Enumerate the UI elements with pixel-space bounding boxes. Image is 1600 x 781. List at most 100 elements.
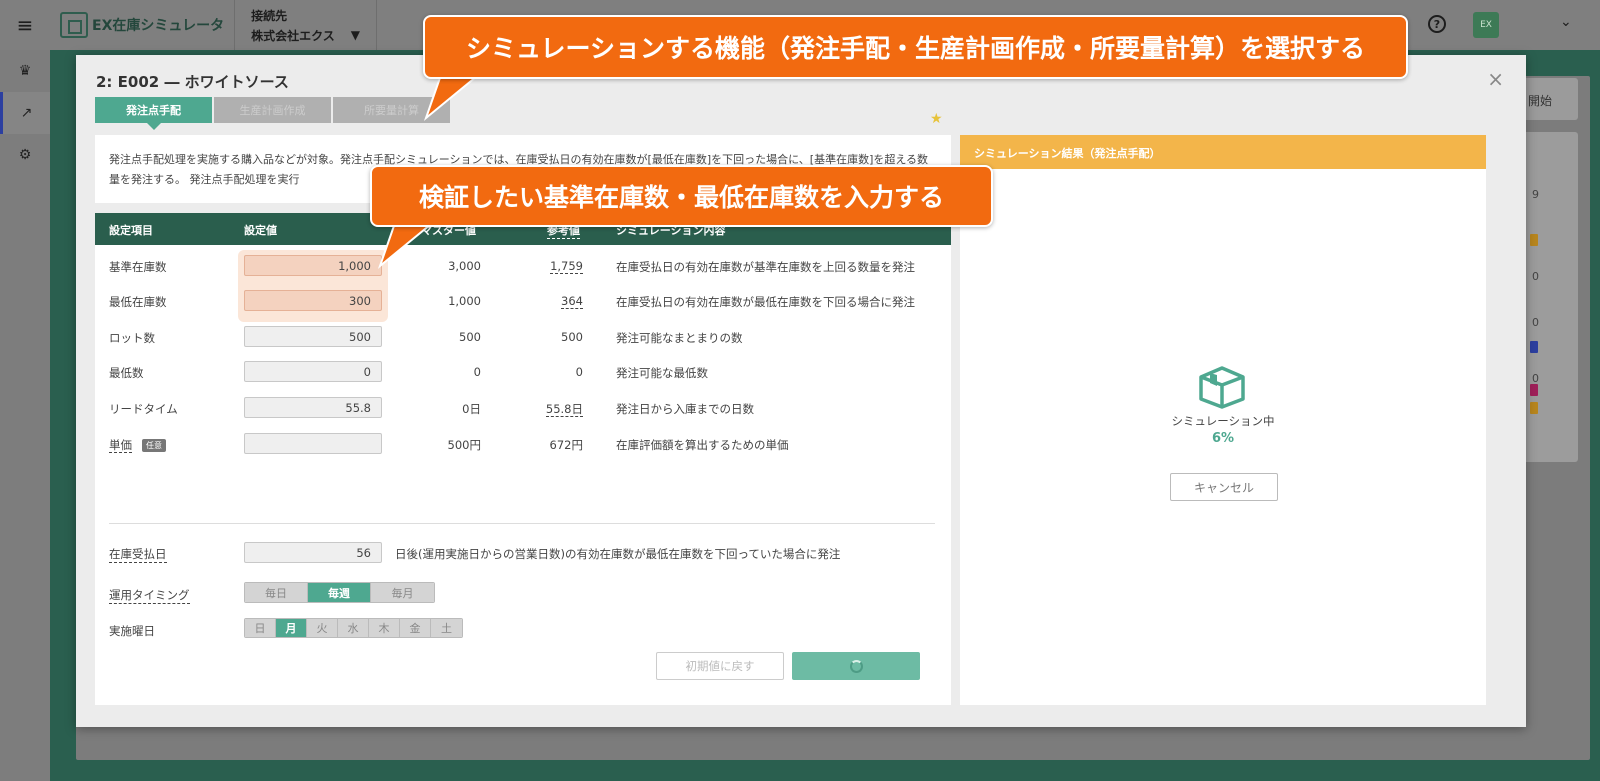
result-title: シミュレーション結果（発注点手配） [960, 135, 1486, 169]
bg-count: 9 [1532, 188, 1539, 201]
chart-icon: ↗ [20, 105, 33, 121]
timing-row: 運用タイミング [95, 579, 951, 609]
lead-time-input[interactable]: 55.8 [244, 397, 382, 418]
connection-value: 株式会社エクス [251, 28, 335, 43]
reset-button[interactable]: 初期値に戻す [656, 652, 784, 680]
timing-option-monthly[interactable]: 毎月 [371, 583, 434, 602]
inventory-day-row: 在庫受払日 56 日後(運用実施日からの営業日数)の有効在庫数が最低在庫数を下回… [95, 538, 951, 568]
help-icon[interactable]: ? [1428, 15, 1446, 33]
timing-option-weekly[interactable]: 毎週 [308, 583, 371, 602]
logo-icon [60, 12, 88, 38]
close-icon[interactable]: × [1487, 67, 1504, 91]
row-label: 在庫受払日 [109, 547, 167, 563]
sidebar: ♛ ↗ ⚙ [0, 50, 50, 781]
reference-value: 672円 [549, 438, 583, 452]
row-label: 単価 任意 [109, 437, 166, 453]
crown-icon: ♛ [18, 63, 32, 79]
tab-production-plan[interactable]: 生産計画作成 [214, 97, 331, 123]
status-badge [1530, 402, 1538, 414]
optional-badge: 任意 [142, 439, 166, 452]
row-label: 最低数 [109, 366, 144, 380]
inventory-day-input[interactable]: 56 [244, 542, 382, 563]
header-value: 設定値 [244, 224, 277, 237]
start-label: 開始 [1528, 94, 1553, 108]
timing-option-daily[interactable]: 毎日 [245, 583, 308, 602]
sidebar-item-settings[interactable]: ⚙ [0, 134, 50, 176]
table-row: 単価 任意 500円 672円 在庫評価額を算出するための単価 [95, 429, 951, 459]
bg-count: 0 [1532, 270, 1539, 283]
weekday-option-tue[interactable]: 火 [307, 619, 338, 637]
app-logo[interactable]: EX在庫シミュレータ [50, 0, 236, 50]
simulation-progress: 6% [1211, 431, 1235, 446]
simulation-note: 発注日から入庫までの日数 [616, 402, 754, 416]
simulation-note: 発注可能な最低数 [616, 366, 708, 380]
reference-value[interactable]: 1,759 [495, 259, 583, 274]
master-value: 0 [473, 365, 481, 379]
weekday-option-mon[interactable]: 月 [276, 619, 307, 637]
simulation-dialog: 2: E002 ― ホワイトソース × 発注点手配 生産計画作成 所要量計算 ★… [76, 55, 1526, 727]
cancel-button[interactable]: キャンセル [1170, 473, 1278, 501]
row-label: 最低在庫数 [109, 295, 167, 309]
chevron-down-icon[interactable]: ⌄ [1560, 14, 1572, 30]
callout-pointer [377, 220, 438, 270]
dialog-title: 2: E002 ― ホワイトソース [96, 73, 289, 91]
sidebar-item-inventory[interactable]: ♛ [0, 50, 50, 92]
reference-value: 500 [561, 330, 583, 344]
table-row: リードタイム 55.8 0日 55.8日 発注日から入庫までの日数 [95, 393, 951, 423]
callout-select-function: シミュレーションする機能（発注手配・生産計画作成・所要量計算）を選択する [423, 15, 1408, 79]
run-simulation-button[interactable] [792, 652, 920, 680]
master-value: 1,000 [448, 294, 481, 308]
table-row: 最低在庫数 300 1,000 364 在庫受払日の有効在庫数が最低在庫数を下回… [95, 286, 951, 316]
weekday-option-sun[interactable]: 日 [245, 619, 276, 637]
row-label: 基準在庫数 [109, 260, 167, 274]
status-badge [1530, 384, 1538, 396]
unit-price-input[interactable] [244, 433, 382, 454]
weekday-option-thu[interactable]: 木 [369, 619, 400, 637]
row-label: 実施曜日 [109, 624, 155, 638]
header-item: 設定項目 [109, 224, 153, 237]
master-value: 500 [459, 330, 481, 344]
caret-down-icon: ▼ [350, 28, 360, 42]
logo-text: EX在庫シミュレータ [92, 18, 225, 34]
lot-size-input[interactable]: 500 [244, 326, 382, 347]
result-panel: シミュレーション結果（発注点手配） シミュレーション中 6% キャンセル [960, 135, 1486, 705]
bg-count: 0 [1532, 316, 1539, 329]
simulation-note: 在庫受払日の有効在庫数が最低在庫数を下回る場合に発注 [616, 295, 915, 309]
connection-label: 接続先 [251, 8, 288, 23]
reference-value: 0 [575, 365, 583, 379]
menu-icon[interactable]: ≡ [0, 0, 50, 50]
minimum-qty-input[interactable]: 0 [244, 361, 382, 382]
settings-table: 設定項目 設定値 マスター値 参考値 シミュレーション内容 基準在庫数 1,00… [95, 213, 951, 705]
loading-spinner-icon [849, 659, 863, 673]
gear-icon: ⚙ [18, 147, 32, 163]
callout-pointer [423, 72, 484, 122]
star-icon[interactable]: ★ [930, 111, 943, 127]
row-label: リードタイム [109, 402, 178, 416]
tab-order-point[interactable]: 発注点手配 [95, 97, 212, 130]
master-value: 0日 [462, 402, 481, 416]
simulation-status: シミュレーション中 [1171, 414, 1275, 428]
table-row: ロット数 500 500 500 発注可能なまとまりの数 [95, 322, 951, 352]
standard-stock-input[interactable]: 1,000 [244, 255, 382, 276]
timing-toggle: 毎日 毎週 毎月 [244, 582, 435, 603]
weekday-option-fri[interactable]: 金 [400, 619, 431, 637]
weekday-option-wed[interactable]: 水 [338, 619, 369, 637]
sidebar-item-simulation[interactable]: ↗ [0, 92, 50, 134]
row-label: 運用タイミング [109, 588, 190, 604]
weekday-toggle: 日 月 火 水 木 金 土 [244, 618, 463, 638]
row-label: ロット数 [109, 331, 155, 345]
reference-value[interactable]: 364 [495, 294, 583, 309]
reference-value[interactable]: 55.8日 [495, 401, 583, 417]
simulation-note: 在庫評価額を算出するための単価 [616, 438, 789, 452]
table-row: 基準在庫数 1,000 3,000 1,759 在庫受払日の有効在庫数が基準在庫… [95, 251, 951, 281]
divider [109, 523, 935, 524]
avatar[interactable]: EX [1473, 12, 1499, 38]
minimum-stock-input[interactable]: 300 [244, 290, 382, 311]
master-value: 500円 [447, 438, 481, 452]
status-badge [1530, 341, 1538, 353]
weekday-row: 実施曜日 [95, 615, 951, 645]
weekday-option-sat[interactable]: 土 [431, 619, 462, 637]
connection-selector[interactable]: 接続先 株式会社エクス ▼ [235, 0, 377, 50]
function-tabs: 発注点手配 生産計画作成 所要量計算 [95, 97, 450, 130]
box-icon [1199, 366, 1245, 409]
